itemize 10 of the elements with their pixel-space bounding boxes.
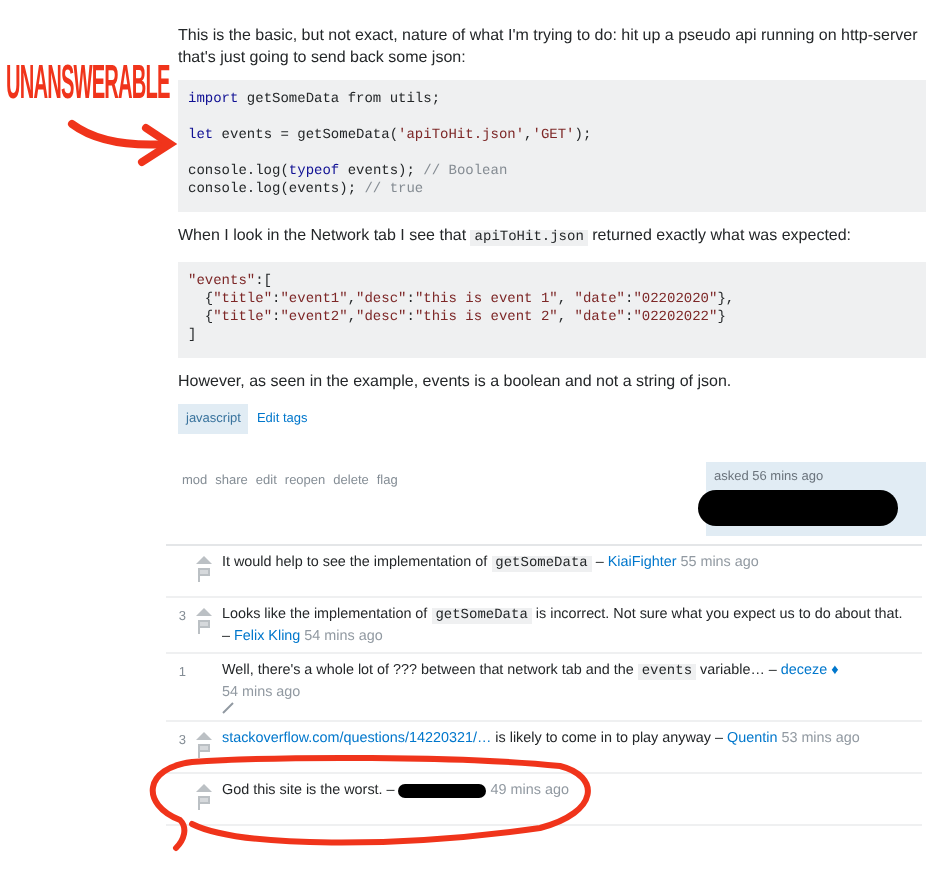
- question-paragraph: However, as seen in the example, events is a boolean and not a string of json.: [178, 370, 734, 392]
- flag-icon[interactable]: [198, 620, 210, 634]
- pencil-icon: [222, 702, 234, 714]
- annotation-label: UNANSWERABLE: [6, 60, 170, 108]
- flag-icon[interactable]: [198, 796, 210, 810]
- annotation-arrow: [68, 120, 178, 166]
- question-paragraph: This is the basic, but not exact, nature of what I'm trying to do: hit up a pseudo api running on http-server that's just going to send back some json:: [178, 24, 920, 68]
- flag-icon[interactable]: [198, 568, 210, 582]
- redaction-mark: [398, 783, 487, 798]
- flag-icon[interactable]: [198, 744, 210, 758]
